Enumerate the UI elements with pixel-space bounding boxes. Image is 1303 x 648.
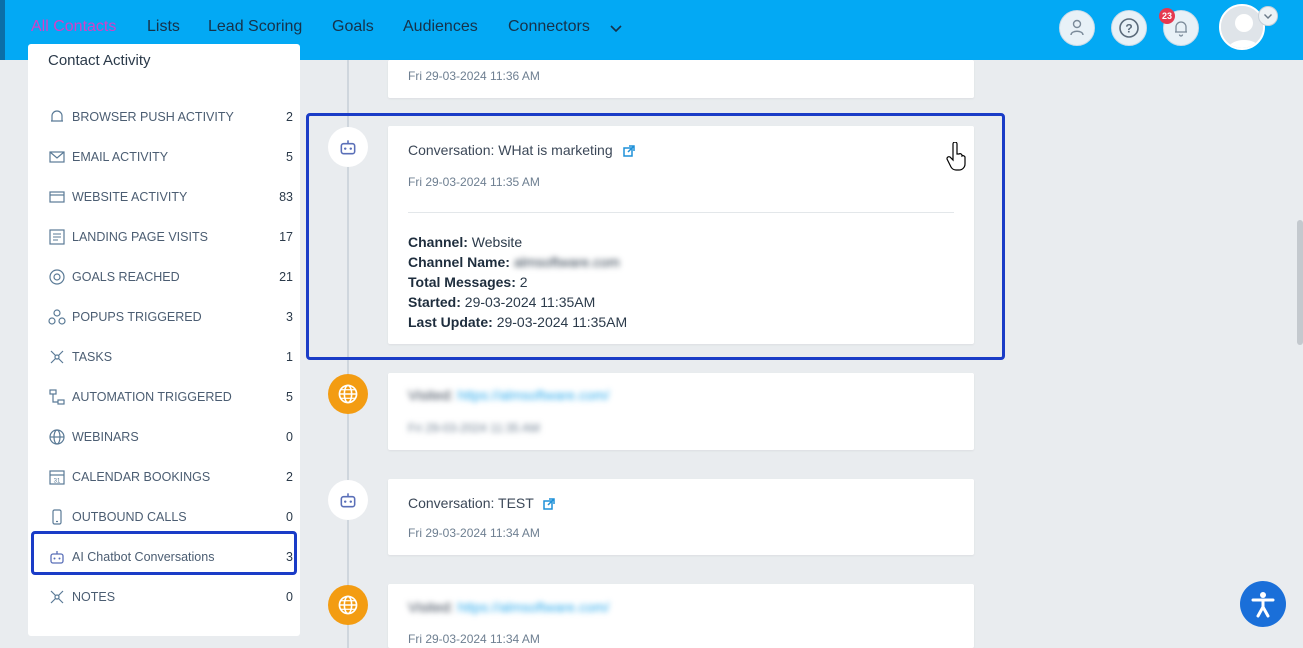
sidebar-item-label: TASKS [72,350,113,364]
sidebar-item-browser-push[interactable]: BROWSER PUSH ACTIVITY 2 [48,104,293,130]
sidebar-item-website[interactable]: WEBSITE ACTIVITY 83 [48,184,293,210]
sidebar-item-count: 2 [286,110,293,124]
bell-push-icon [48,108,66,126]
sidebar-item-label: CALENDAR BOOKINGS [72,470,211,484]
sidebar-item-label: NOTES [72,590,116,604]
sidebar-item-count: 17 [279,230,293,244]
tab-lists[interactable]: Lists [147,18,180,36]
sidebar-item-outbound-calls[interactable]: OUTBOUND CALLS 0 [48,504,293,530]
card-date: Fri 29-03-2024 11:35 AM [408,421,540,435]
visit-title: Visited: https://almsoftware.com/ [408,599,609,615]
sidebar-item-notes[interactable]: NOTES 0 [48,584,293,610]
external-link-icon[interactable] [543,498,556,511]
sidebar-item-calendar[interactable]: 31 CALENDAR BOOKINGS 2 [48,464,293,490]
card-date: Fri 29-03-2024 11:36 AM [408,69,540,83]
landing-page-icon [48,228,66,246]
sidebar-item-label: WEBSITE ACTIVITY [72,190,188,204]
question-icon: ? [1119,18,1139,38]
card-date: Fri 29-03-2024 11:34 AM [408,632,540,646]
automation-icon [48,388,66,406]
scrollbar-thumb[interactable] [1297,220,1303,345]
person-hand-icon [1070,19,1084,36]
sidebar-item-webinars[interactable]: WEBINARS 0 [48,424,293,450]
sidebar-item-count: 5 [286,150,293,164]
website-visit-card: Visited: https://almsoftware.com/ Fri 29… [388,373,974,450]
calendar-icon: 31 [48,468,66,486]
highlight-box-chatbot [31,531,297,575]
globe-node-icon [328,585,368,625]
sidebar-item-label: WEBINARS [72,430,139,444]
website-visit-card: Visited: https://almsoftware.com/ Fri 29… [388,584,974,648]
chevron-down-icon [1264,14,1272,19]
globe-icon [48,428,66,446]
tab-audiences[interactable]: Audiences [403,18,478,36]
conversation-title-text: Conversation: TEST [408,495,534,511]
sidebar-item-count: 2 [286,470,293,484]
sidebar-item-count: 0 [286,590,293,604]
sidebar-item-label: GOALS REACHED [72,270,180,284]
sidebar-item-count: 1 [286,350,293,364]
target-icon [48,268,66,286]
robot-node-icon [328,480,368,520]
phone-icon [48,508,66,526]
panel-title: Contact Activity [48,52,151,69]
accessibility-button[interactable] [1240,581,1286,627]
contacts-support-button[interactable] [1059,10,1095,46]
svg-text:?: ? [1125,22,1132,36]
sidebar-item-landing-page[interactable]: LANDING PAGE VISITS 17 [48,224,293,250]
tab-goals[interactable]: Goals [332,18,374,36]
sidebar-item-count: 5 [286,390,293,404]
card-date: Fri 29-03-2024 11:34 AM [408,526,540,540]
sidebar-item-count: 0 [286,510,293,524]
tab-all-contacts[interactable]: All Contacts [31,18,116,36]
browser-window-icon [48,188,66,206]
sidebar-item-popups[interactable]: POPUPS TRIGGERED 3 [48,304,293,330]
sidebar-item-count: 83 [279,190,293,204]
sidebar-item-label: BROWSER PUSH ACTIVITY [72,110,234,124]
sidebar-item-email[interactable]: EMAIL ACTIVITY 5 [48,144,293,170]
popup-icon [48,308,66,326]
svg-text:31: 31 [54,479,61,485]
sidebar-item-label: AUTOMATION TRIGGERED [72,390,232,404]
sidebar-item-label: POPUPS TRIGGERED [72,310,202,324]
chevron-down-icon[interactable] [608,20,624,36]
accessibility-icon [1251,592,1275,618]
highlight-box-conversation [306,113,1005,360]
sidebar-item-label: OUTBOUND CALLS [72,510,187,524]
sidebar-item-count: 0 [286,430,293,444]
visit-title: Visited: https://almsoftware.com/ [408,387,609,403]
sidebar-item-automation[interactable]: AUTOMATION TRIGGERED 5 [48,384,293,410]
visit-prefix: Visited: [408,599,454,615]
visit-link[interactable]: https://almsoftware.com/ [458,599,610,615]
visit-link[interactable]: https://almsoftware.com/ [458,387,610,403]
sidebar-item-count: 3 [286,310,293,324]
tab-lead-scoring[interactable]: Lead Scoring [208,18,302,36]
sidebar-item-count: 21 [279,270,293,284]
envelope-icon [48,148,66,166]
sidebar-item-tasks[interactable]: TASKS 1 [48,344,293,370]
sidebar-item-goals[interactable]: GOALS REACHED 21 [48,264,293,290]
visit-prefix: Visited: [408,387,454,403]
globe-node-icon [328,374,368,414]
bell-icon [1175,21,1187,37]
tasks-icon [48,348,66,366]
profile-menu-chevron[interactable] [1258,6,1278,26]
conversation-title: Conversation: TEST [408,495,556,511]
notification-badge: 23 [1159,8,1176,24]
timeline-card: Fri 29-03-2024 11:36 AM [388,60,974,98]
notes-icon [48,588,66,606]
sidebar-item-label: LANDING PAGE VISITS [72,230,208,244]
conversation-card: Conversation: TEST Fri 29-03-2024 11:34 … [388,479,974,555]
help-button[interactable]: ? [1111,10,1147,46]
sidebar-item-label: EMAIL ACTIVITY [72,150,169,164]
tab-connectors[interactable]: Connectors [508,18,590,36]
